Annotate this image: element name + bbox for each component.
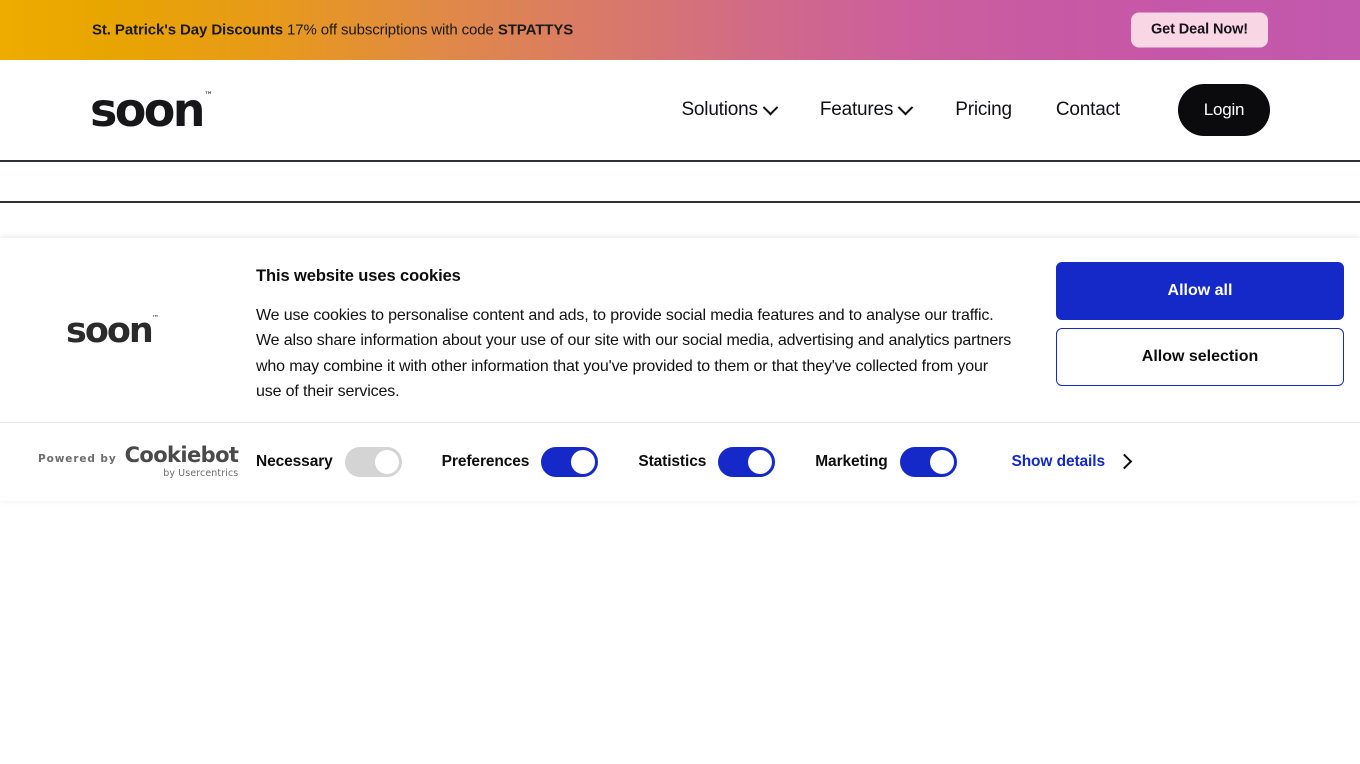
- promo-message: St. Patrick's Day Discounts 17% off subs…: [92, 22, 573, 39]
- toggle-label-preferences: Preferences: [441, 452, 530, 470]
- nav-item-label: Features: [819, 99, 894, 120]
- toggle-group-preferences: Preferences: [441, 446, 599, 477]
- cookie-description: We use cookies to personalise content an…: [256, 307, 1012, 400]
- promo-middle: 17% off subscriptions with code: [282, 21, 498, 39]
- toggle-switch-statistics[interactable]: [718, 446, 776, 477]
- cookiebot-brand-text: Cookiebot: [124, 442, 239, 467]
- sub-header-bar: [0, 162, 1360, 203]
- chevron-right-icon: [1116, 453, 1133, 470]
- toggle-group-marketing: Marketing: [815, 446, 957, 477]
- toggle-group-necessary: Necessary: [256, 446, 402, 477]
- powered-by-label: Powered by: [38, 452, 117, 465]
- show-details-link[interactable]: Show details: [1011, 452, 1133, 471]
- promo-lead: St. Patrick's Day Discounts: [92, 21, 283, 39]
- cookie-banner-bottom: Powered by Cookiebot by Usercentrics Nec…: [0, 423, 1360, 500]
- toggle-knob: [571, 449, 596, 474]
- toggle-label-statistics: Statistics: [638, 452, 707, 470]
- cookiebot-sub-text: by Usercentrics: [163, 467, 239, 479]
- nav-item-label: Solutions: [681, 99, 758, 120]
- toggle-knob: [374, 449, 399, 474]
- toggle-switch-preferences[interactable]: [541, 446, 599, 477]
- trademark-icon: ™: [151, 314, 159, 323]
- allow-selection-button[interactable]: Allow selection: [1056, 328, 1344, 386]
- site-header: soon™ Solutions Features Pricing Contact…: [0, 60, 1360, 162]
- cookie-action-buttons: Allow all Allow selection: [1056, 262, 1344, 386]
- page-content-area: soon™ This website uses cookies We use c…: [0, 203, 1360, 501]
- toggle-group-statistics: Statistics: [638, 446, 776, 477]
- cookie-text-column: This website uses cookies We use cookies…: [256, 267, 1016, 404]
- nav-item-features[interactable]: Features: [819, 99, 914, 121]
- site-logo[interactable]: soon™: [90, 87, 213, 133]
- chevron-down-icon: [897, 99, 914, 115]
- cookie-banner-logo: soon™: [66, 314, 159, 349]
- allow-all-button[interactable]: Allow all: [1056, 262, 1344, 320]
- cookie-consent-banner: soon™ This website uses cookies We use c…: [0, 238, 1360, 501]
- cookie-category-toggles: Necessary Preferences Statistics Marketi…: [256, 446, 997, 477]
- toggle-label-marketing: Marketing: [815, 452, 888, 470]
- cookie-heading: This website uses cookies: [256, 267, 461, 285]
- cookie-banner-top: soon™ This website uses cookies We use c…: [0, 238, 1360, 423]
- main-navigation: Solutions Features Pricing Contact: [681, 99, 1120, 121]
- nav-item-label: Pricing: [955, 99, 1012, 120]
- show-details-label: Show details: [1011, 452, 1105, 470]
- nav-item-label: Contact: [1055, 99, 1120, 120]
- cookiebot-logo: Cookiebot by Usercentrics: [124, 442, 239, 479]
- promo-banner: St. Patrick's Day Discounts 17% off subs…: [0, 0, 1360, 60]
- site-logo-text: soon: [90, 83, 206, 137]
- nav-item-pricing[interactable]: Pricing: [955, 99, 1012, 121]
- toggle-knob: [748, 449, 773, 474]
- cookie-logo-text: soon: [66, 311, 154, 351]
- toggle-knob: [929, 449, 954, 474]
- login-button[interactable]: Login: [1178, 84, 1270, 136]
- toggle-switch-necessary: [344, 446, 402, 477]
- powered-by-cookiebot[interactable]: Powered by Cookiebot by Usercentrics: [38, 442, 239, 479]
- nav-item-solutions[interactable]: Solutions: [681, 99, 779, 121]
- toggle-label-necessary: Necessary: [256, 452, 333, 470]
- toggle-switch-marketing[interactable]: [899, 446, 957, 477]
- get-deal-now-button[interactable]: Get Deal Now!: [1131, 12, 1268, 48]
- nav-item-contact[interactable]: Contact: [1056, 99, 1120, 121]
- chevron-down-icon: [762, 99, 779, 115]
- promo-code: STPATTYS: [497, 21, 574, 39]
- trademark-icon: ™: [203, 90, 213, 101]
